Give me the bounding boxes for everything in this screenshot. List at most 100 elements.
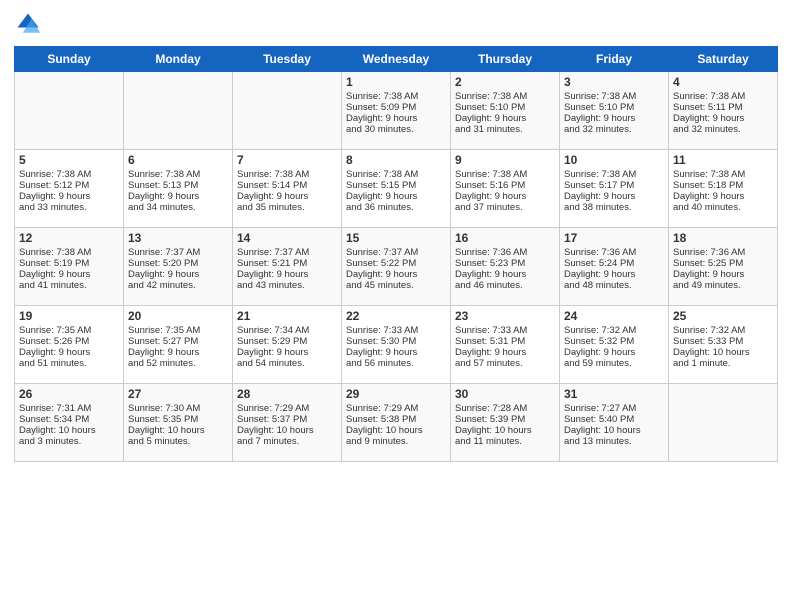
cell-content-line: Daylight: 9 hours xyxy=(19,347,119,358)
calendar-cell: 8Sunrise: 7:38 AMSunset: 5:15 PMDaylight… xyxy=(342,150,451,228)
day-number: 21 xyxy=(237,309,337,323)
cell-content-line: Sunrise: 7:32 AM xyxy=(564,325,664,336)
cell-content-line: Sunrise: 7:30 AM xyxy=(128,403,228,414)
cell-content-line: Sunset: 5:29 PM xyxy=(237,336,337,347)
cell-content-line: Sunset: 5:12 PM xyxy=(19,180,119,191)
cell-content-line: Sunset: 5:39 PM xyxy=(455,414,555,425)
day-number: 7 xyxy=(237,153,337,167)
cell-content-line: and 51 minutes. xyxy=(19,358,119,369)
calendar-cell: 4Sunrise: 7:38 AMSunset: 5:11 PMDaylight… xyxy=(669,72,778,150)
cell-content-line: and 56 minutes. xyxy=(346,358,446,369)
cell-content-line: Sunset: 5:20 PM xyxy=(128,258,228,269)
cell-content-line: and 5 minutes. xyxy=(128,436,228,447)
cell-content-line: Daylight: 9 hours xyxy=(128,191,228,202)
calendar-cell: 28Sunrise: 7:29 AMSunset: 5:37 PMDayligh… xyxy=(233,384,342,462)
calendar-cell xyxy=(124,72,233,150)
cell-content-line: Daylight: 9 hours xyxy=(128,269,228,280)
cell-content-line: Daylight: 9 hours xyxy=(564,113,664,124)
cell-content-line: and 52 minutes. xyxy=(128,358,228,369)
calendar-cell: 29Sunrise: 7:29 AMSunset: 5:38 PMDayligh… xyxy=(342,384,451,462)
cell-content-line: Sunrise: 7:37 AM xyxy=(128,247,228,258)
calendar-cell: 3Sunrise: 7:38 AMSunset: 5:10 PMDaylight… xyxy=(560,72,669,150)
day-number: 25 xyxy=(673,309,773,323)
day-number: 26 xyxy=(19,387,119,401)
cell-content-line: Sunset: 5:11 PM xyxy=(673,102,773,113)
day-number: 9 xyxy=(455,153,555,167)
cell-content-line: Daylight: 9 hours xyxy=(564,269,664,280)
cell-content-line: and 54 minutes. xyxy=(237,358,337,369)
weekday-header-row: SundayMondayTuesdayWednesdayThursdayFrid… xyxy=(15,47,778,72)
day-number: 2 xyxy=(455,75,555,89)
cell-content-line: Sunrise: 7:38 AM xyxy=(19,169,119,180)
cell-content-line: Daylight: 10 hours xyxy=(237,425,337,436)
day-number: 12 xyxy=(19,231,119,245)
cell-content-line: and 1 minute. xyxy=(673,358,773,369)
cell-content-line: Daylight: 10 hours xyxy=(564,425,664,436)
calendar-cell: 6Sunrise: 7:38 AMSunset: 5:13 PMDaylight… xyxy=(124,150,233,228)
cell-content-line: Sunset: 5:26 PM xyxy=(19,336,119,347)
calendar-cell: 27Sunrise: 7:30 AMSunset: 5:35 PMDayligh… xyxy=(124,384,233,462)
calendar-cell xyxy=(669,384,778,462)
calendar-cell: 13Sunrise: 7:37 AMSunset: 5:20 PMDayligh… xyxy=(124,228,233,306)
cell-content-line: Daylight: 9 hours xyxy=(19,191,119,202)
weekday-header: Wednesday xyxy=(342,47,451,72)
calendar-cell: 12Sunrise: 7:38 AMSunset: 5:19 PMDayligh… xyxy=(15,228,124,306)
cell-content-line: Sunset: 5:10 PM xyxy=(455,102,555,113)
cell-content-line: and 32 minutes. xyxy=(564,124,664,135)
cell-content-line: Sunrise: 7:38 AM xyxy=(455,91,555,102)
weekday-header: Tuesday xyxy=(233,47,342,72)
cell-content-line: Sunrise: 7:37 AM xyxy=(237,247,337,258)
weekday-header: Saturday xyxy=(669,47,778,72)
day-number: 16 xyxy=(455,231,555,245)
calendar-cell: 10Sunrise: 7:38 AMSunset: 5:17 PMDayligh… xyxy=(560,150,669,228)
day-number: 6 xyxy=(128,153,228,167)
weekday-header: Monday xyxy=(124,47,233,72)
header xyxy=(14,10,778,38)
cell-content-line: Daylight: 9 hours xyxy=(564,347,664,358)
cell-content-line: Sunrise: 7:29 AM xyxy=(237,403,337,414)
cell-content-line: Daylight: 9 hours xyxy=(673,269,773,280)
cell-content-line: Sunset: 5:30 PM xyxy=(346,336,446,347)
cell-content-line: Sunrise: 7:35 AM xyxy=(128,325,228,336)
cell-content-line: Sunset: 5:34 PM xyxy=(19,414,119,425)
calendar-cell: 15Sunrise: 7:37 AMSunset: 5:22 PMDayligh… xyxy=(342,228,451,306)
calendar-cell: 11Sunrise: 7:38 AMSunset: 5:18 PMDayligh… xyxy=(669,150,778,228)
cell-content-line: Sunset: 5:32 PM xyxy=(564,336,664,347)
cell-content-line: Sunset: 5:15 PM xyxy=(346,180,446,191)
day-number: 23 xyxy=(455,309,555,323)
cell-content-line: and 59 minutes. xyxy=(564,358,664,369)
calendar-week-row: 1Sunrise: 7:38 AMSunset: 5:09 PMDaylight… xyxy=(15,72,778,150)
cell-content-line: Daylight: 9 hours xyxy=(455,113,555,124)
cell-content-line: Sunset: 5:14 PM xyxy=(237,180,337,191)
cell-content-line: and 40 minutes. xyxy=(673,202,773,213)
cell-content-line: Sunrise: 7:35 AM xyxy=(19,325,119,336)
cell-content-line: Sunrise: 7:38 AM xyxy=(673,169,773,180)
cell-content-line: Sunrise: 7:34 AM xyxy=(237,325,337,336)
cell-content-line: and 48 minutes. xyxy=(564,280,664,291)
cell-content-line: Sunset: 5:17 PM xyxy=(564,180,664,191)
day-number: 17 xyxy=(564,231,664,245)
calendar-cell: 18Sunrise: 7:36 AMSunset: 5:25 PMDayligh… xyxy=(669,228,778,306)
cell-content-line: Sunrise: 7:31 AM xyxy=(19,403,119,414)
cell-content-line: Daylight: 10 hours xyxy=(128,425,228,436)
calendar-cell: 7Sunrise: 7:38 AMSunset: 5:14 PMDaylight… xyxy=(233,150,342,228)
cell-content-line: and 9 minutes. xyxy=(346,436,446,447)
cell-content-line: and 57 minutes. xyxy=(455,358,555,369)
cell-content-line: Sunset: 5:16 PM xyxy=(455,180,555,191)
calendar-cell: 14Sunrise: 7:37 AMSunset: 5:21 PMDayligh… xyxy=(233,228,342,306)
day-number: 22 xyxy=(346,309,446,323)
cell-content-line: and 46 minutes. xyxy=(455,280,555,291)
weekday-header: Thursday xyxy=(451,47,560,72)
cell-content-line: Sunrise: 7:38 AM xyxy=(346,169,446,180)
cell-content-line: Sunrise: 7:38 AM xyxy=(564,91,664,102)
cell-content-line: and 32 minutes. xyxy=(673,124,773,135)
cell-content-line: Daylight: 9 hours xyxy=(346,269,446,280)
calendar-cell: 19Sunrise: 7:35 AMSunset: 5:26 PMDayligh… xyxy=(15,306,124,384)
cell-content-line: and 38 minutes. xyxy=(564,202,664,213)
cell-content-line: and 7 minutes. xyxy=(237,436,337,447)
cell-content-line: and 45 minutes. xyxy=(346,280,446,291)
day-number: 3 xyxy=(564,75,664,89)
day-number: 20 xyxy=(128,309,228,323)
day-number: 29 xyxy=(346,387,446,401)
cell-content-line: Daylight: 9 hours xyxy=(455,347,555,358)
